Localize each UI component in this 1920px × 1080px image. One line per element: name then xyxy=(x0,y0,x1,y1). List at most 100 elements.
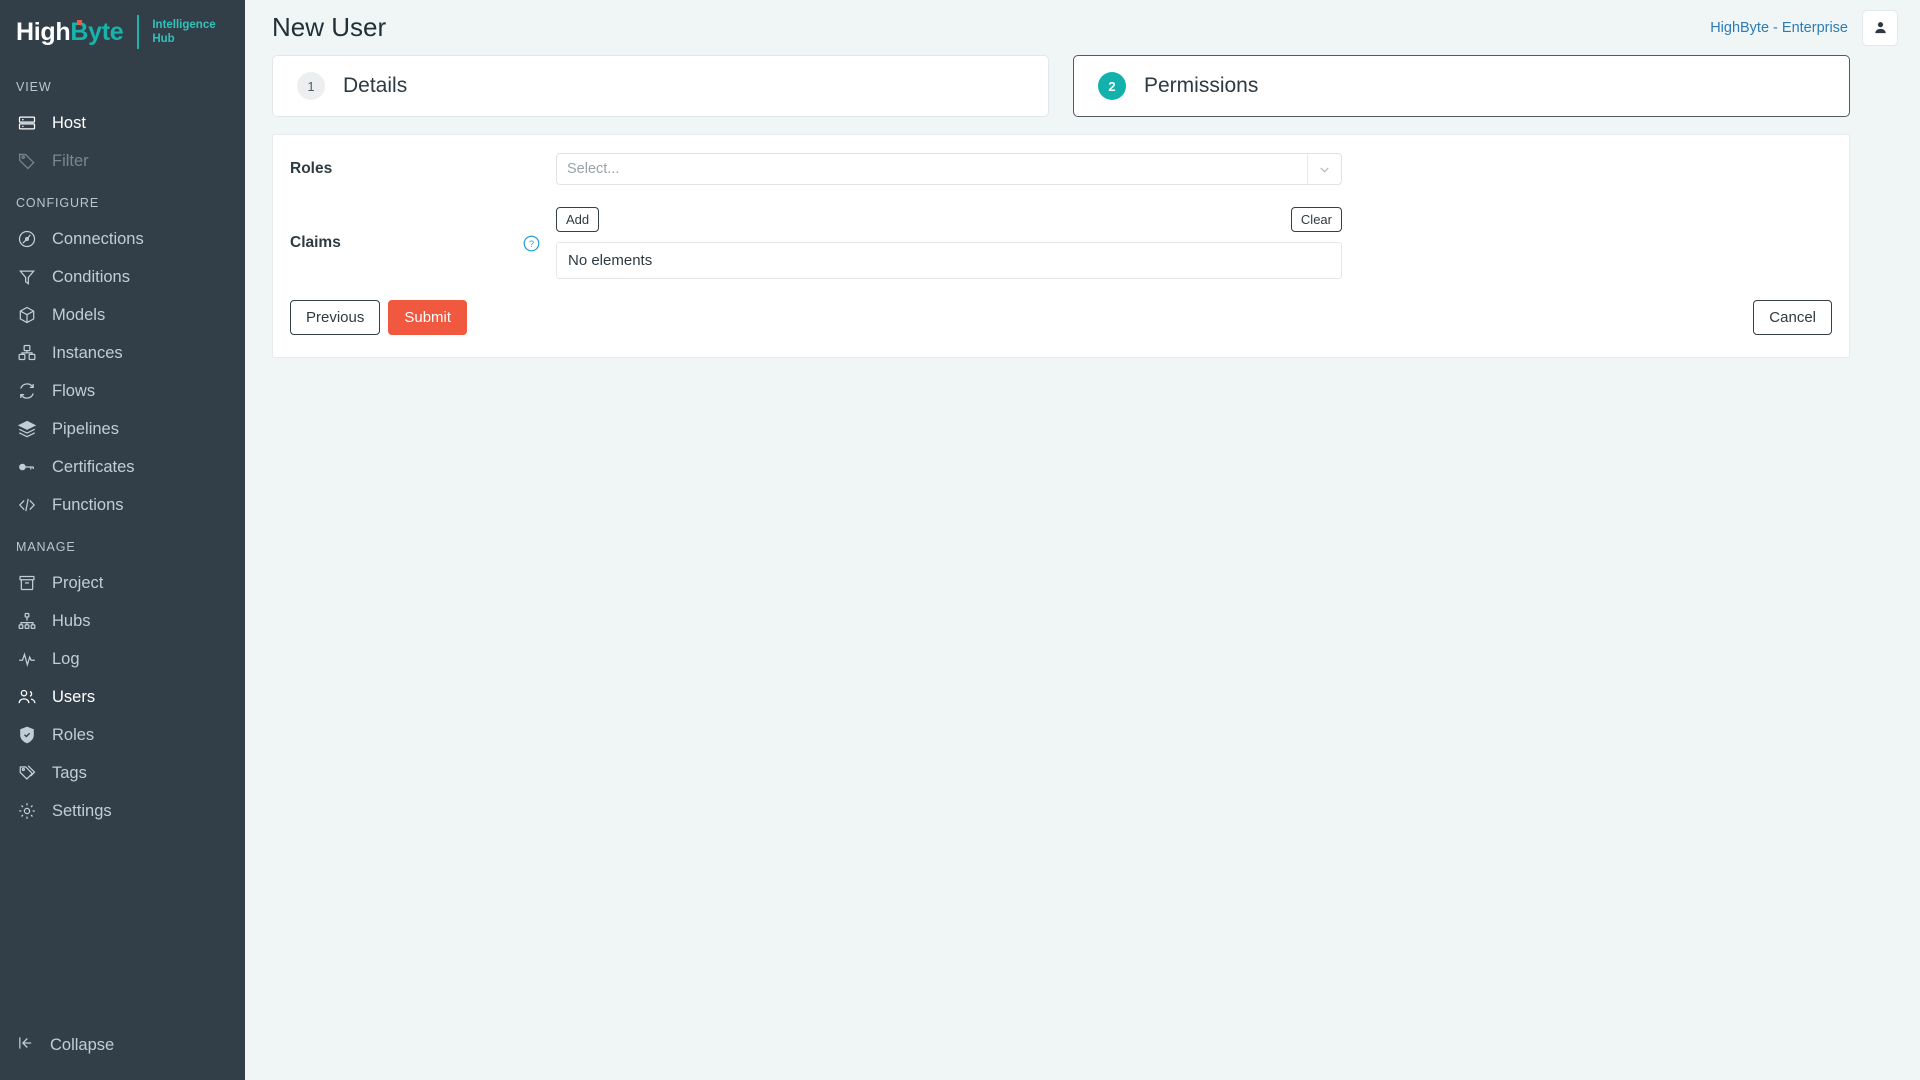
logo-subtitle-line2: Hub xyxy=(152,33,175,45)
app-logo[interactable]: HighByte Intelligence Hub xyxy=(0,0,245,64)
claims-toolbar: Add Clear xyxy=(556,207,1342,232)
chevron-down-icon[interactable] xyxy=(1307,154,1341,184)
svg-text:?: ? xyxy=(529,238,534,248)
logo-high-text: High xyxy=(16,17,71,46)
sidebar-item-flows[interactable]: Flows xyxy=(0,372,245,410)
nav-section-view: VIEW xyxy=(16,80,52,94)
sidebar-item-settings[interactable]: Settings xyxy=(0,792,245,830)
tag-icon xyxy=(16,150,38,172)
sidebar-item-label: Functions xyxy=(52,495,124,514)
step-number-badge: 1 xyxy=(297,72,325,100)
sidebar-item-label: Tags xyxy=(52,763,87,782)
refresh-icon xyxy=(16,380,38,402)
connection-icon xyxy=(16,228,38,250)
form-actions-left: Previous Submit xyxy=(290,300,468,335)
sidebar-item-label: Pipelines xyxy=(52,419,119,438)
collapse-left-icon xyxy=(16,1033,36,1058)
step-label: Permissions xyxy=(1144,74,1259,97)
server-icon xyxy=(16,112,38,134)
sidebar-collapse-label: Collapse xyxy=(50,1036,115,1054)
claims-field-area: Add Clear No elements xyxy=(556,207,1342,279)
sidebar-item-label: Models xyxy=(52,305,106,324)
sidebar-item-label: Conditions xyxy=(52,267,130,286)
sidebar-item-certificates[interactable]: Certificates xyxy=(0,448,245,486)
network-icon xyxy=(16,610,38,632)
sidebar-item-instances[interactable]: Instances xyxy=(0,334,245,372)
user-account-button[interactable] xyxy=(1862,9,1898,46)
sidebar-item-users[interactable]: Users xyxy=(0,678,245,716)
sidebar-item-functions[interactable]: Functions xyxy=(0,486,245,524)
cancel-button[interactable]: Cancel xyxy=(1753,300,1832,335)
layers-icon xyxy=(16,418,38,440)
tags-icon xyxy=(16,762,38,784)
sidebar-item-label: Users xyxy=(52,687,96,706)
sidebar-item-tags[interactable]: Tags xyxy=(0,754,245,792)
sidebar-item-roles[interactable]: Roles xyxy=(0,716,245,754)
enterprise-label[interactable]: HighByte - Enterprise xyxy=(1710,20,1848,36)
roles-label: Roles xyxy=(290,160,333,177)
roles-field-area: Select... xyxy=(556,153,1342,185)
boxes-icon xyxy=(16,342,38,364)
logo-subtitle-line1: Intelligence xyxy=(152,19,216,31)
activity-icon xyxy=(16,648,38,670)
claims-help-button[interactable]: ? xyxy=(522,234,556,253)
sidebar-collapse-button[interactable]: Collapse xyxy=(0,1033,114,1058)
gear-icon xyxy=(16,800,38,822)
submit-button[interactable]: Submit xyxy=(388,300,468,335)
sidebar-item-pipelines[interactable]: Pipelines xyxy=(0,410,245,448)
form-actions: Previous Submit Cancel xyxy=(273,300,1849,335)
claims-add-button[interactable]: Add xyxy=(556,207,600,232)
sidebar-item-hubs[interactable]: Hubs xyxy=(0,602,245,640)
sidebar-item-label: Connections xyxy=(52,229,144,248)
sidebar-item-label: Certificates xyxy=(52,457,135,476)
logo-dot-icon xyxy=(77,19,82,25)
sidebar-item-label: Filter xyxy=(52,151,89,170)
claims-clear-button[interactable]: Clear xyxy=(1290,207,1342,232)
sidebar-item-label: Instances xyxy=(52,343,123,362)
sidebar-item-label: Roles xyxy=(52,725,95,744)
sidebar-item-host[interactable]: Host xyxy=(0,104,245,142)
box-icon xyxy=(16,304,38,326)
key-icon xyxy=(16,456,38,478)
nav-section-configure: CONFIGURE xyxy=(16,196,100,210)
app-root: HighByte Intelligence Hub VIEW Host Filt… xyxy=(0,0,1920,1080)
nav-section-manage: MANAGE xyxy=(16,540,76,554)
claims-label: Claims xyxy=(290,234,341,251)
sidebar-item-label: Log xyxy=(52,649,80,668)
sidebar-item-label: Settings xyxy=(52,801,112,820)
sidebar-item-project[interactable]: Project xyxy=(0,564,245,602)
logo-divider xyxy=(137,15,140,49)
step-number-badge: 2 xyxy=(1098,72,1126,100)
sidebar-item-log[interactable]: Log xyxy=(0,640,245,678)
roles-select[interactable]: Select... xyxy=(556,153,1342,185)
step-details[interactable]: 1 Details xyxy=(272,55,1049,117)
sidebar-item-label: Hubs xyxy=(52,611,91,630)
step-label: Details xyxy=(343,74,408,97)
funnel-icon xyxy=(16,266,38,288)
row-spacer xyxy=(273,185,1849,207)
sidebar-item-label: Flows xyxy=(52,381,96,400)
sidebar-item-conditions[interactable]: Conditions xyxy=(0,258,245,296)
code-icon xyxy=(16,494,38,516)
sidebar-item-connections[interactable]: Connections xyxy=(0,220,245,258)
sidebar-item-label: Project xyxy=(52,573,104,592)
claims-empty-list: No elements xyxy=(556,242,1342,279)
sidebar: HighByte Intelligence Hub VIEW Host Filt… xyxy=(0,0,245,1080)
claims-empty-text: No elements xyxy=(568,252,653,269)
roles-row: Roles Select... xyxy=(273,153,1849,185)
sidebar-item-filter[interactable]: Filter xyxy=(0,142,245,180)
top-bar-right: HighByte - Enterprise xyxy=(1710,9,1898,46)
previous-button[interactable]: Previous xyxy=(290,300,381,335)
page-title: New User xyxy=(272,12,387,42)
users-icon xyxy=(16,686,38,708)
shield-check-icon xyxy=(16,724,38,746)
user-icon xyxy=(1874,22,1886,34)
step-permissions[interactable]: 2 Permissions xyxy=(1073,55,1850,117)
sidebar-item-models[interactable]: Models xyxy=(0,296,245,334)
wizard-steps: 1 Details 2 Permissions xyxy=(245,55,1920,117)
logo-subtitle: Intelligence Hub xyxy=(152,18,215,46)
main-content: New User HighByte - Enterprise 1 Details… xyxy=(245,0,1920,1080)
permissions-form-panel: Roles Select... Claims ? Add Clear No el… xyxy=(272,134,1850,358)
logo-wordmark: HighByte xyxy=(16,17,124,46)
sidebar-item-label: Host xyxy=(52,113,86,132)
